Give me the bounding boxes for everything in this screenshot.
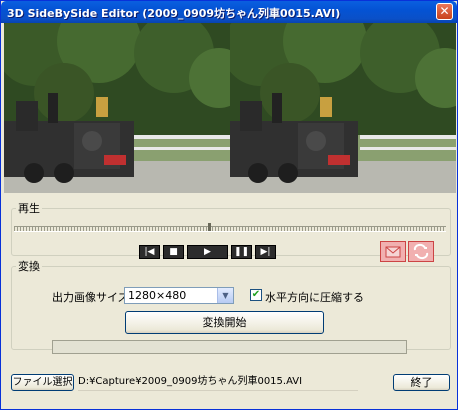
stop-button[interactable]: ■	[163, 245, 184, 259]
play-icon: ▶	[204, 247, 211, 257]
play-button[interactable]: ▶	[187, 245, 228, 259]
title-bar[interactable]: 3D SideBySide Editor (2009_0909坊ちゃん列車001…	[1, 1, 457, 23]
close-icon: ✕	[439, 4, 450, 18]
preview-frame-left	[4, 23, 230, 193]
chevron-down-icon[interactable]: ▼	[217, 288, 233, 303]
next-button[interactable]: ▶|	[255, 245, 276, 259]
checkmark-icon: ✔	[251, 289, 261, 300]
next-icon: ▶|	[260, 247, 271, 257]
close-button[interactable]: ✕	[436, 3, 453, 20]
convert-group: 変換 出力画像サイズ: 1280×480 ▼ ✔ 水平方向に圧縮する 変換開始	[11, 258, 451, 354]
preview-frame-right	[230, 23, 456, 193]
pause-button[interactable]: ❚❚	[231, 245, 252, 259]
prev-icon: |◀	[144, 247, 155, 257]
exit-button[interactable]: 終了	[393, 374, 450, 391]
playback-group: 再生 |◀ ■ ▶ ❚❚ ▶|	[11, 200, 451, 262]
output-size-value: 1280×480	[128, 289, 187, 302]
stop-icon: ■	[169, 247, 178, 257]
select-file-button[interactable]: ファイル選択	[11, 374, 74, 391]
output-size-label: 出力画像サイズ:	[52, 291, 133, 304]
app-window: 3D SideBySide Editor (2009_0909坊ちゃん列車001…	[0, 0, 458, 410]
playback-legend: 再生	[18, 202, 40, 215]
window-title: 3D SideBySide Editor (2009_0909坊ちゃん列車001…	[7, 7, 341, 20]
horizontal-compress-checkbox[interactable]: ✔	[250, 289, 262, 301]
seek-slider[interactable]	[14, 226, 446, 232]
video-preview	[4, 23, 456, 193]
file-path-text: D:¥Capture¥2009_0909坊ちゃん列車0015.AVI	[78, 374, 358, 391]
pause-icon: ❚❚	[233, 247, 250, 257]
convert-legend: 変換	[18, 260, 40, 273]
horizontal-compress-label[interactable]: 水平方向に圧縮する	[265, 289, 364, 305]
output-size-select[interactable]: 1280×480 ▼	[124, 287, 234, 304]
start-convert-button[interactable]: 変換開始	[125, 311, 324, 334]
conversion-progress-bar	[52, 340, 407, 354]
seek-thumb[interactable]	[208, 223, 211, 231]
previous-button[interactable]: |◀	[139, 245, 160, 259]
